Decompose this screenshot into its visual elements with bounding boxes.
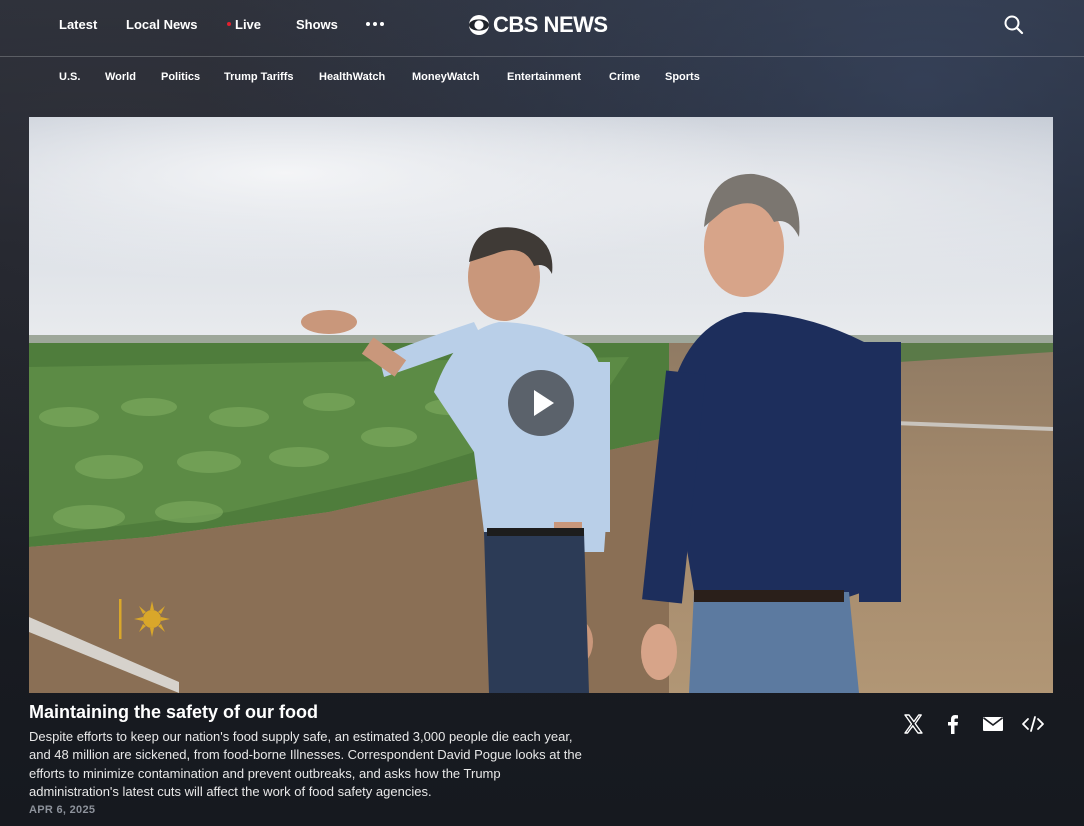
section-navigation: U.S. World Politics Trump Tariffs Health… [0,57,1084,97]
publish-date: APR 6, 2025 [29,804,96,816]
presenter-right [641,173,901,693]
video-player[interactable] [29,117,1053,693]
subnav-item-politics[interactable]: Politics [161,71,200,83]
top-navigation: Latest Local News Live Shows CBS NEWS [0,0,1084,56]
video-title: Maintaining the safety of our food [29,702,318,722]
x-icon[interactable] [901,712,925,736]
subnav-item-entertainment[interactable]: Entertainment [507,71,581,83]
nav-local-news[interactable]: Local News [126,17,198,32]
sunburst-logo-icon [119,599,170,639]
subnav-item-us[interactable]: U.S. [59,71,80,83]
video-description: Despite efforts to keep our nation's foo… [29,729,582,800]
subnav-item-healthwatch[interactable]: HealthWatch [319,71,385,83]
presenter-left [301,227,610,693]
search-icon[interactable] [1003,14,1025,36]
subnav-item-trump-tariffs[interactable]: Trump Tariffs [224,71,293,83]
email-icon[interactable] [981,712,1005,736]
embed-icon[interactable] [1021,712,1045,736]
more-dots-icon[interactable] [366,22,386,28]
cbs-news-logo[interactable]: CBS NEWS [468,12,608,38]
subnav-item-moneywatch[interactable]: MoneyWatch [412,71,479,83]
subnav-item-crime[interactable]: Crime [609,71,640,83]
subnav-item-world[interactable]: World [105,71,136,83]
nav-live-label: Live [235,17,262,32]
facebook-icon[interactable] [941,712,965,736]
cbs-eye-icon [469,15,489,35]
nav-latest[interactable]: Latest [59,17,97,32]
logo-text: CBS NEWS [493,12,608,37]
nav-live[interactable]: Live [227,17,261,32]
live-dot-icon [227,21,231,26]
play-button[interactable] [508,370,574,436]
nav-shows[interactable]: Shows [296,17,338,32]
subnav-item-sports[interactable]: Sports [665,71,700,83]
